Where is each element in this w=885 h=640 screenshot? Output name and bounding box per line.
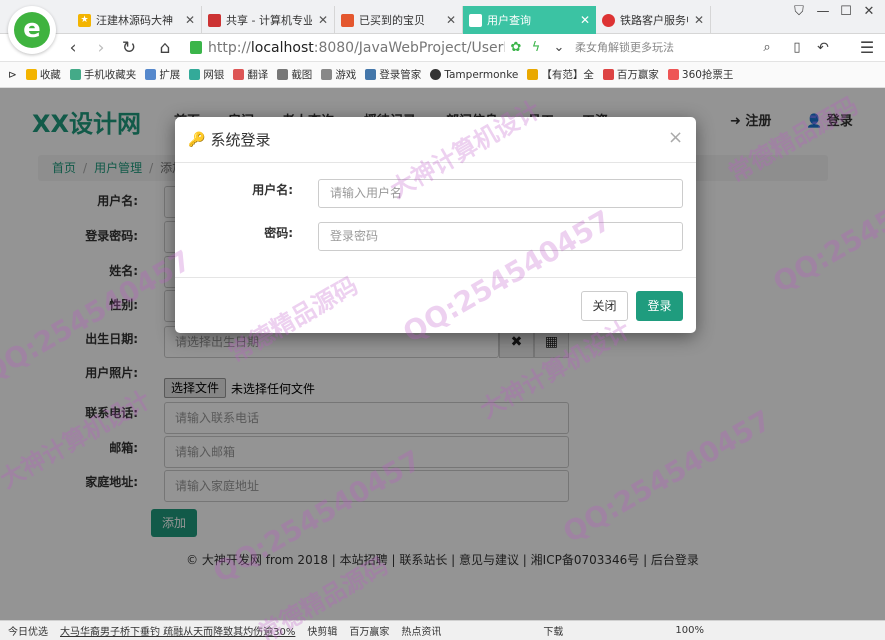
phone-icon[interactable]: ▯ [786,38,808,58]
bookmark-item[interactable]: 登录管家 [365,67,421,82]
bookmark-item[interactable]: 【有范】全 [527,67,594,82]
key-icon: 🔑 [188,131,206,148]
minimize-icon[interactable]: — [812,4,834,19]
modal-divider [175,277,696,278]
news-ticker[interactable]: 大马华裔男子桥下垂钓 疏融从天而降致其灼伤逾30% [60,623,295,638]
bank-icon [189,69,201,80]
bookmark-item[interactable]: 网银 [189,67,224,82]
maximize-icon[interactable]: ☐ [835,4,857,19]
bookmarks-bar: ⊳ 收藏 手机收藏夹 扩展 网银 翻译 截图 游戏 登录管家 Tampermon… [0,62,885,88]
bookmark-item[interactable]: 手机收藏夹 [69,67,136,82]
modal-close-icon[interactable]: × [668,127,683,148]
forward-icon[interactable]: › [90,38,112,58]
browser-logo-icon[interactable]: e [8,6,56,54]
close-tab-icon[interactable]: ✕ [185,13,195,27]
modal-login-button[interactable]: 登录 [636,291,683,321]
reload-icon[interactable]: ↻ [118,38,140,58]
star-icon: ★ [78,13,91,27]
menu-icon[interactable]: ☰ [856,38,878,58]
search-input[interactable]: 柔女角解锁更多玩法 [575,38,775,58]
bookmark-item[interactable]: 游戏 [321,67,356,82]
modal-title: 🔑 系统登录 [188,131,271,149]
quick-edit[interactable]: 快剪辑 [307,623,337,638]
today-picks[interactable]: 今日优选 [8,623,48,638]
tab-2[interactable]: 共享 - 计算机专业 ✕ [202,6,335,34]
home-icon[interactable]: ⌂ [154,38,176,58]
modal-cancel-button[interactable]: 关闭 [581,291,628,321]
chevron-down-icon[interactable]: ⌄ [548,38,570,58]
search-icon[interactable]: ⌕ [756,38,778,58]
skin-icon[interactable]: ⛉ [788,4,810,19]
key-icon [365,69,377,80]
undo-icon[interactable]: ↶ [812,38,834,58]
trophy-icon [602,69,614,80]
modal-password-label: 密码: [264,226,293,240]
translate-icon [233,69,245,80]
extension-icon [145,69,157,80]
modal-username-input[interactable]: 请输入用户名 [318,179,683,208]
modal-username-label: 用户名: [252,183,293,197]
download[interactable]: 下载 [543,623,563,638]
gamepad-icon [321,69,333,80]
page-icon [469,13,482,27]
login-modal: 🔑 系统登录 × 用户名: 请输入用户名 密码: 登录密码 关闭 登录 [175,117,696,333]
tampermonkey-icon [430,69,442,80]
tab-5[interactable]: 铁路客户服务中心 ✕ [596,6,711,34]
bookmark-item[interactable]: 扩展 [145,67,180,82]
tab-3[interactable]: 已买到的宝贝 ✕ [335,6,463,34]
mobile-icon [69,69,81,80]
tab-4-active[interactable]: 用户查询 ✕ [463,6,596,34]
address-bar[interactable]: http://localhost:8080/JavaWebProject/Use… [190,36,505,59]
zoom-level[interactable]: 100% [675,625,704,636]
scissors-icon [277,69,289,80]
bookmark-item[interactable]: 360抢票王 [667,67,733,82]
close-window-icon[interactable]: ✕ [858,4,880,19]
hot-news[interactable]: 热点资讯 [401,623,441,638]
sidebar-toggle-icon[interactable]: ⊳ [8,69,17,81]
bookmark-item[interactable]: 百万赢家 [602,67,659,82]
back-icon[interactable]: ‹ [62,38,84,58]
ticket-icon [667,69,679,80]
status-bar: 今日优选 大马华裔男子桥下垂钓 疏融从天而降致其灼伤逾30% 快剪辑 百万赢家 … [0,620,885,640]
modal-password-input[interactable]: 登录密码 [318,222,683,251]
bookmark-item[interactable]: 翻译 [233,67,268,82]
bookmark-item[interactable]: 收藏 [25,67,61,82]
close-tab-icon[interactable]: ✕ [446,13,456,27]
close-tab-icon[interactable]: ✕ [694,13,704,27]
bookmark-item[interactable]: Tampermonke [430,69,518,81]
shield-icon [527,69,539,80]
secure-shield-icon [190,41,202,54]
refresh-green-icon[interactable]: ✿ [505,38,527,58]
tab-1[interactable]: ★ 汪建林源码大神 ✕ [72,6,202,34]
taobao-icon [341,13,354,27]
star-icon [25,69,37,80]
share-icon [208,13,221,27]
rail-icon [602,13,615,27]
bookmark-item[interactable]: 截图 [277,67,312,82]
million-winner[interactable]: 百万赢家 [349,623,389,638]
close-tab-icon[interactable]: ✕ [318,13,328,27]
close-tab-icon[interactable]: ✕ [580,13,590,27]
lightning-icon[interactable]: ϟ [525,38,547,58]
